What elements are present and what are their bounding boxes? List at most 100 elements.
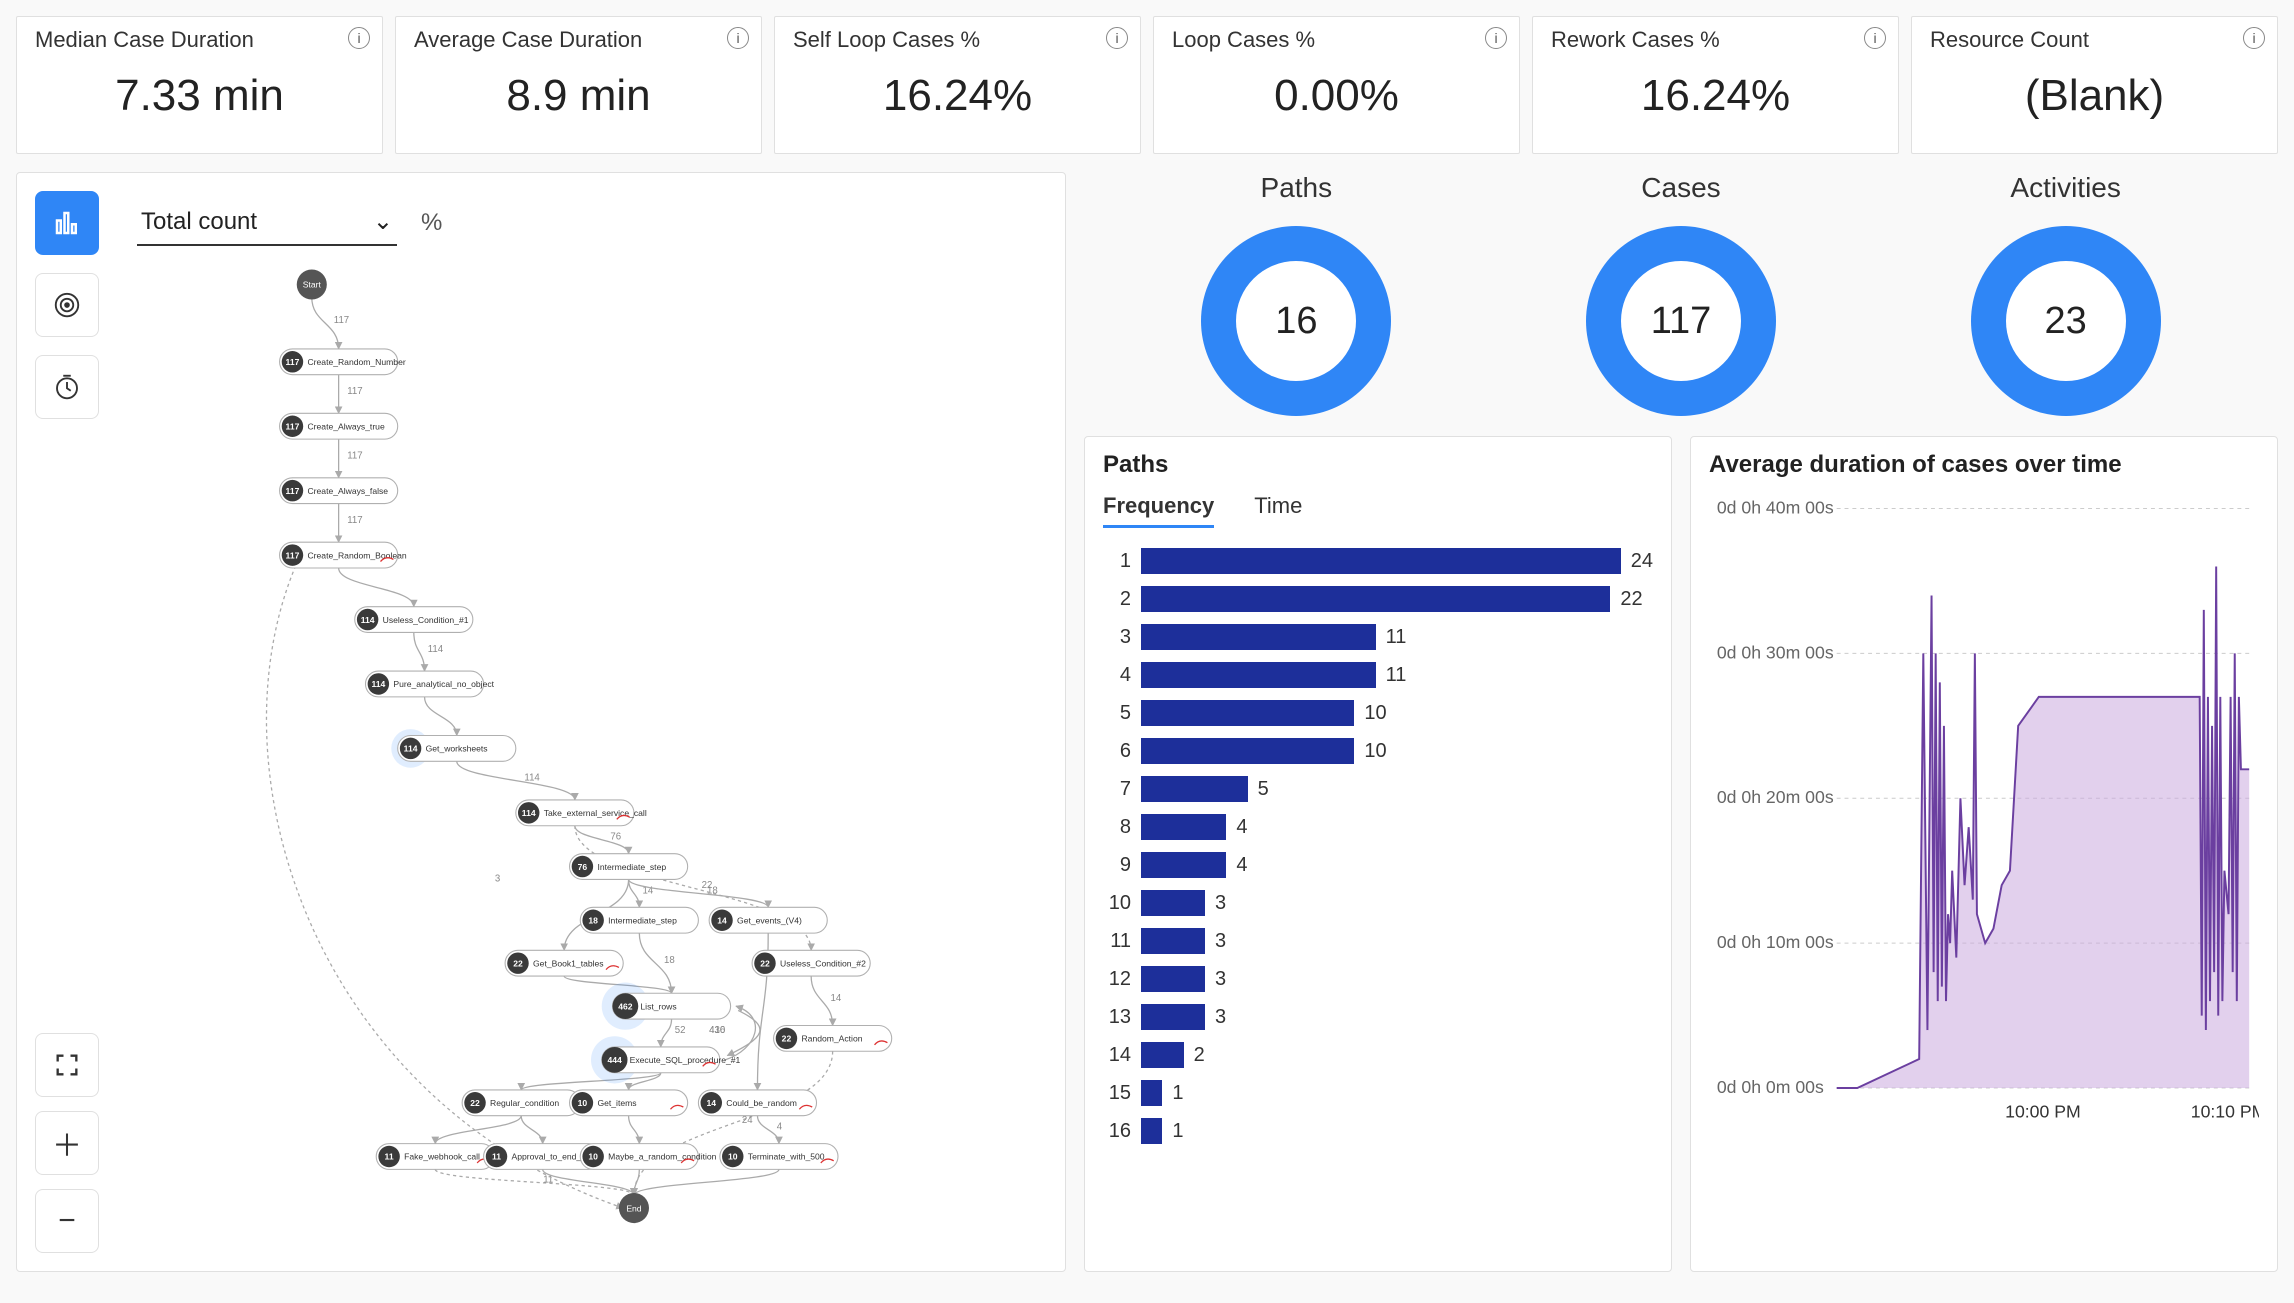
bar-label: 2 [1103,588,1131,611]
bar-fill [1141,776,1248,802]
svg-text:114: 114 [404,744,418,754]
bar-label: 13 [1103,1006,1131,1029]
kpi-value: (Blank) [1930,71,2259,121]
info-icon[interactable]: i [1485,27,1507,49]
bar-row[interactable]: 75 [1103,776,1653,802]
bar-row[interactable]: 411 [1103,662,1653,688]
donut-value: 117 [1651,300,1712,343]
kpi-value: 8.9 min [414,71,743,121]
paths-tabs: Frequency Time [1103,493,1653,528]
svg-text:22: 22 [782,1034,792,1044]
process-map[interactable]: 1171171171171141147614181422185243041614… [137,263,1045,1251]
donut-row: Paths 16 Cases 117 Activities [1084,172,2278,436]
donut-cases: Cases 117 [1586,172,1776,416]
zoom-in-icon[interactable]: ＋ [35,1111,99,1175]
kpi-title: Average Case Duration [414,27,743,53]
donut-ring[interactable]: 16 [1201,226,1391,416]
svg-text:114: 114 [371,679,385,689]
bar-label: 1 [1103,550,1131,573]
svg-text:18: 18 [588,915,598,925]
bar-track: 1 [1141,1080,1653,1106]
svg-text:Create_Always_false: Create_Always_false [307,486,388,496]
svg-text:Start: Start [303,280,322,290]
metric-dropdown[interactable]: Total count ⌄ [137,199,397,246]
bar-row[interactable]: 123 [1103,966,1653,992]
bar-row[interactable]: 103 [1103,890,1653,916]
info-icon[interactable]: i [348,27,370,49]
info-icon[interactable]: i [1106,27,1128,49]
bar-value: 10 [1364,740,1386,763]
bar-label: 6 [1103,740,1131,763]
svg-text:117: 117 [347,450,362,461]
kpi-row: i Median Case Duration 7.33 min i Averag… [16,16,2278,154]
bar-row[interactable]: 133 [1103,1004,1653,1030]
donut-value: 23 [2045,300,2087,343]
svg-text:Intermediate_step: Intermediate_step [597,862,666,872]
donut-title: Cases [1586,172,1776,204]
bar-row[interactable]: 113 [1103,928,1653,954]
svg-text:10:10 PM: 10:10 PM [2191,1101,2259,1121]
tab-frequency[interactable]: Frequency [1103,493,1214,528]
bar-value: 4 [1236,816,1247,839]
view-clock-icon[interactable] [35,355,99,419]
bar-value: 11 [1386,664,1407,687]
bar-row[interactable]: 142 [1103,1042,1653,1068]
process-view-tools [35,191,99,419]
svg-text:Pure_analytical_no_object: Pure_analytical_no_object [393,679,494,689]
svg-text:117: 117 [286,421,300,431]
donut-ring[interactable]: 117 [1586,226,1776,416]
bar-fill [1141,662,1376,688]
donut-ring[interactable]: 23 [1971,226,2161,416]
bar-label: 5 [1103,702,1131,725]
zoom-out-icon[interactable]: − [35,1189,99,1253]
paths-card: Paths Frequency Time 1242223114115106107… [1084,436,1672,1272]
kpi-value: 7.33 min [35,71,364,121]
svg-text:22: 22 [702,880,713,891]
bar-row[interactable]: 151 [1103,1080,1653,1106]
bar-row[interactable]: 6 10 [1103,738,1653,764]
svg-text:14: 14 [830,993,841,1004]
chevron-down-icon: ⌄ [373,207,393,236]
bar-row[interactable]: 84 [1103,814,1653,840]
info-icon[interactable]: i [727,27,749,49]
svg-text:52: 52 [675,1025,686,1036]
bar-row[interactable]: 222 [1103,586,1653,612]
svg-text:117: 117 [286,550,300,560]
bar-row[interactable]: 311 [1103,624,1653,650]
fit-screen-icon[interactable] [35,1033,99,1097]
svg-text:Useless_Condition_#1: Useless_Condition_#1 [383,615,469,625]
kpi-loop-pct: i Loop Cases % 0.00% [1153,16,1520,154]
svg-text:76: 76 [578,862,588,872]
svg-text:22: 22 [760,958,770,968]
tab-time[interactable]: Time [1254,493,1302,528]
bar-track: 10 [1141,700,1653,726]
svg-text:10: 10 [578,1098,588,1108]
svg-text:117: 117 [347,386,362,397]
svg-text:Get_Book1_tables: Get_Book1_tables [533,958,604,968]
paths-bar-chart[interactable]: 1242223114115106107584941031131231331421… [1103,548,1653,1144]
bar-value: 11 [1386,626,1407,649]
bar-fill [1141,1118,1162,1144]
svg-text:List_rows: List_rows [640,1001,676,1011]
bar-fill [1141,814,1226,840]
bar-fill [1141,700,1354,726]
svg-text:117: 117 [347,515,362,526]
view-bar-icon[interactable] [35,191,99,255]
bar-row[interactable]: 5 10 [1103,700,1653,726]
bar-fill [1141,890,1205,916]
bar-row[interactable]: 161 [1103,1118,1653,1144]
info-icon[interactable]: i [1864,27,1886,49]
svg-text:Regular_condition: Regular_condition [490,1098,559,1108]
avg-duration-chart[interactable]: 0d 0h 0m 00s0d 0h 10m 00s0d 0h 20m 00s0d… [1709,493,2259,1133]
svg-text:Get_worksheets: Get_worksheets [426,744,488,754]
bar-row[interactable]: 94 [1103,852,1653,878]
bar-label: 11 [1103,930,1131,953]
svg-text:Execute_SQL_procedure_#1: Execute_SQL_procedure_#1 [630,1055,741,1065]
bar-row[interactable]: 124 [1103,548,1653,574]
bar-label: 7 [1103,778,1131,801]
view-target-icon[interactable] [35,273,99,337]
info-icon[interactable]: i [2243,27,2265,49]
bar-track: 2 [1141,1042,1653,1068]
donut-title: Paths [1201,172,1391,204]
bar-label: 12 [1103,968,1131,991]
